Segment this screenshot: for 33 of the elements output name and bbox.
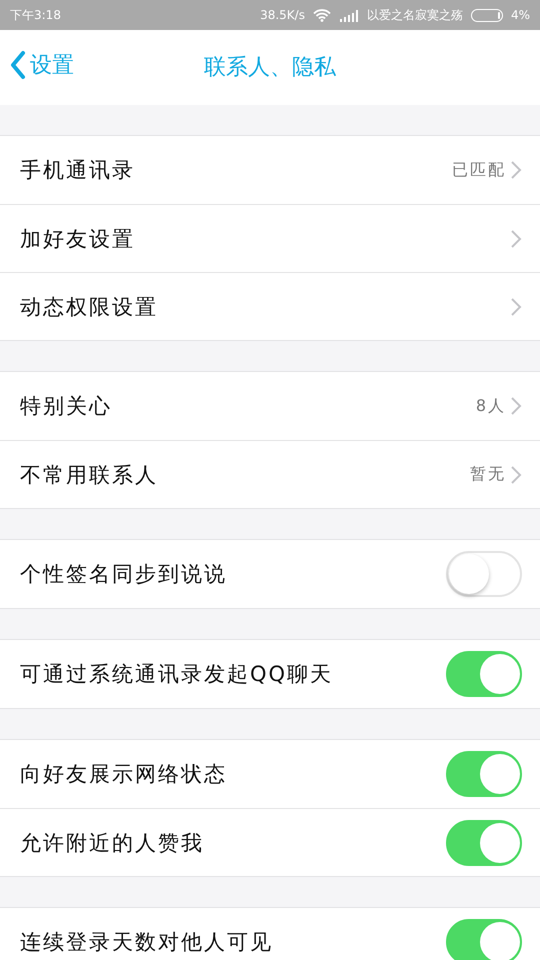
row-label: 个性签名同步到说说	[20, 561, 228, 588]
chevron-icon[interactable]	[510, 396, 522, 416]
row-label: 不常用联系人	[20, 462, 159, 488]
row-value: 暂无	[470, 464, 506, 485]
chevron-icon[interactable]	[510, 464, 522, 484]
toggle-switch[interactable]	[446, 651, 522, 697]
battery-icon	[470, 8, 503, 22]
toggle-switch[interactable]	[446, 551, 522, 597]
row-label: 手机通讯录	[20, 157, 136, 184]
row-label: 可通过系统通讯录发起QQ聊天	[20, 661, 334, 688]
toggle-switch[interactable]	[446, 751, 522, 797]
signal-icon	[338, 8, 359, 22]
row-label: 加好友设置	[20, 226, 136, 252]
row-value: 8人	[476, 396, 506, 416]
back-button[interactable]: 设置	[10, 50, 74, 80]
wifi-icon	[312, 8, 331, 22]
network-speed: 38.5K/s	[260, 8, 305, 22]
row-label: 连续登录天数对他人可见	[20, 929, 274, 956]
page-title: 联系人、隐私	[204, 55, 336, 80]
row-label: 向好友展示网络状态	[20, 761, 228, 788]
status-time: 下午3:18	[10, 6, 61, 24]
row-label: 允许附近的人赞我	[20, 830, 205, 856]
carrier-name: 以爱之名寂寞之殇	[366, 6, 463, 24]
chevron-icon[interactable]	[510, 160, 522, 180]
battery-percent: 4%	[510, 8, 530, 22]
toggle-switch[interactable]	[446, 820, 522, 866]
back-icon	[10, 50, 26, 80]
toggle-switch[interactable]	[446, 919, 522, 960]
chevron-icon[interactable]	[510, 296, 522, 316]
chevron-icon[interactable]	[510, 228, 522, 248]
row-label: 动态权限设置	[20, 294, 159, 320]
row-label: 特别关心	[20, 393, 113, 420]
row-value: 已匹配	[452, 160, 506, 180]
